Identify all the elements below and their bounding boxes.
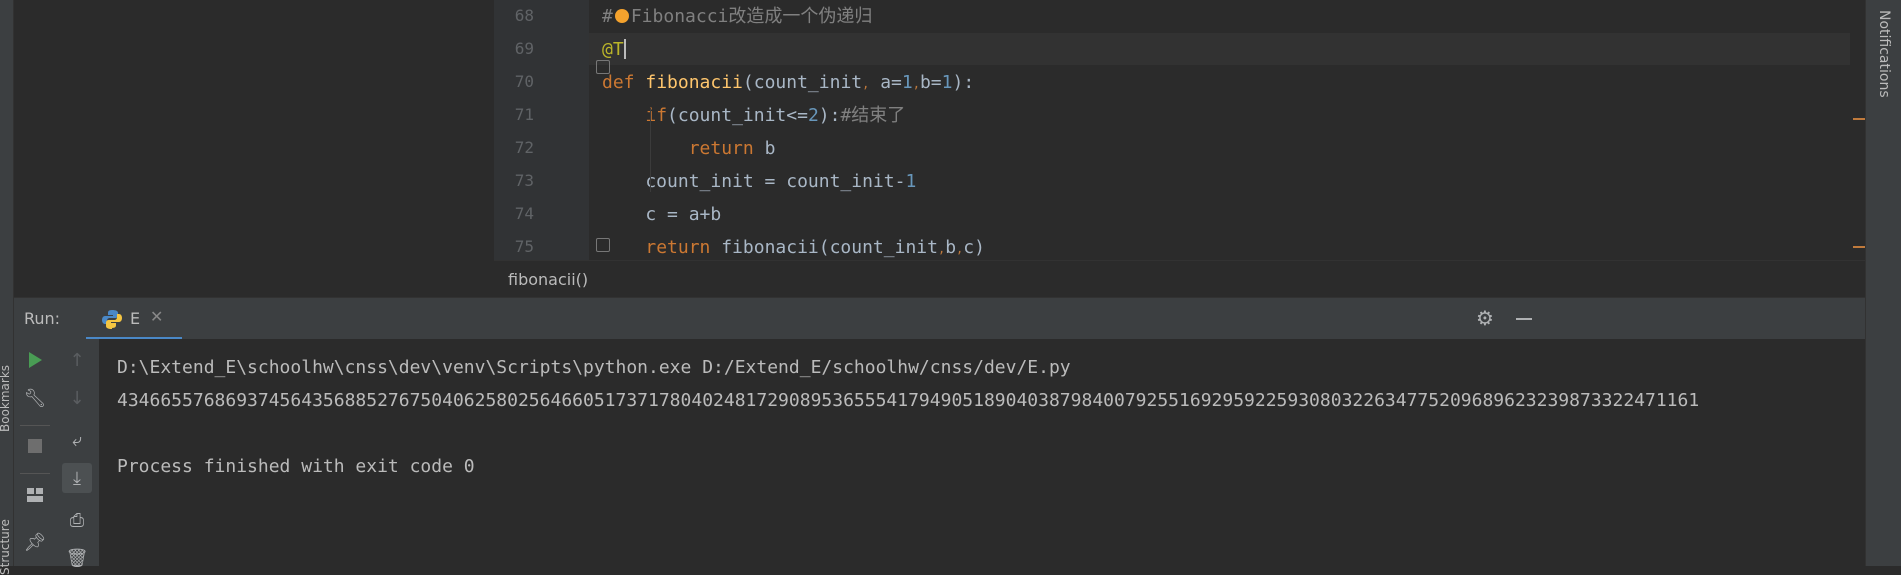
current-line-highlight [589, 33, 1865, 65]
console-command: D:\Extend_E\schoolhw\cnss\dev\venv\Scrip… [117, 357, 1071, 378]
text-caret [623, 39, 626, 59]
structure-tab[interactable]: Structure [0, 495, 12, 575]
run-tab[interactable]: E ✕ [86, 298, 182, 340]
console-exit-message: Process finished with exit code 0 [117, 456, 475, 477]
right-tool-strip: Notifications [1865, 0, 1901, 566]
bookmarks-tab[interactable]: Bookmarks [0, 352, 12, 432]
stop-icon[interactable] [20, 431, 50, 461]
trash-icon[interactable]: 🗑︎ [62, 543, 92, 573]
code-token: Fibonacci改造成一个伪递归 [630, 6, 873, 27]
code-line[interactable]: c = a+b [602, 198, 721, 231]
code-token: b [945, 237, 957, 258]
code-line[interactable]: return b [602, 132, 776, 165]
code-token: fibonacii [645, 72, 743, 93]
run-toolbar: 🔧︎ 📌︎ ↑ ↓ ⤶ ⤓ ⎙ 🗑︎ [14, 339, 100, 569]
code-token: a= [869, 72, 902, 93]
line-number: 69 [514, 39, 534, 58]
code-token: def [602, 72, 646, 93]
code-token: c = a+b [602, 204, 722, 225]
warning-marker[interactable] [1853, 118, 1865, 120]
code-token: 1 [941, 72, 953, 93]
rerun-icon[interactable] [20, 345, 50, 375]
soft-wrap-icon[interactable]: ⤶ [62, 425, 92, 455]
indent-guide [650, 108, 651, 192]
code-token: if [645, 105, 668, 126]
code-token: 1 [905, 171, 917, 192]
code-token: b [764, 138, 776, 159]
code-line[interactable]: if(count_init<=2):#结束了 [602, 99, 905, 132]
up-arrow-icon[interactable]: ↑ [62, 345, 92, 375]
editor-scrollbar[interactable] [1850, 0, 1865, 260]
code-token: 1 [901, 72, 913, 93]
code-token: return [645, 237, 722, 258]
notifications-tab[interactable]: Notifications [1876, 10, 1892, 98]
code-token: ): [952, 72, 975, 93]
console-output: 4346655768693745643568852767504062580256… [117, 390, 1700, 411]
scroll-to-end-icon[interactable]: ⤓ [62, 463, 92, 493]
minimize-icon[interactable] [1516, 318, 1532, 320]
gear-icon[interactable]: ⚙ [1476, 306, 1494, 330]
code-token: count_init = count_init- [602, 171, 906, 192]
code-token: return [688, 138, 765, 159]
pin-icon[interactable]: 📌︎ [20, 527, 50, 557]
layout-icon[interactable] [20, 480, 50, 510]
code-token: c) [963, 237, 985, 258]
code-token: @T [602, 39, 624, 60]
project-pane [14, 0, 495, 297]
run-label: Run: [24, 309, 61, 328]
code-line[interactable]: def fibonacii(count_init, a=1,b=1): [602, 66, 974, 99]
bulb-icon[interactable] [614, 9, 629, 23]
warning-marker[interactable] [1853, 246, 1865, 248]
code-token: fibonacii(count_init [721, 237, 938, 258]
python-icon [102, 310, 122, 329]
breadcrumb-item[interactable]: fibonacii() [508, 270, 588, 289]
close-icon[interactable]: ✕ [150, 307, 163, 326]
code-token: , [912, 77, 920, 91]
line-number: 74 [514, 204, 534, 223]
print-icon[interactable]: ⎙ [62, 505, 92, 535]
line-number: 70 [514, 72, 534, 91]
code-token: 2 [807, 105, 819, 126]
run-console[interactable]: D:\Extend_E\schoolhw\cnss\dev\venv\Scrip… [99, 339, 1865, 566]
code-token: (count_init [742, 72, 863, 93]
breadcrumb[interactable]: fibonacii() [494, 260, 1865, 298]
down-arrow-icon[interactable]: ↓ [62, 383, 92, 413]
code-token: b= [919, 72, 942, 93]
fold-icon[interactable] [596, 60, 610, 74]
fold-end-icon[interactable] [596, 238, 610, 252]
code-token: #结束了 [840, 105, 906, 126]
line-number: 73 [514, 171, 534, 190]
code-token: ): [818, 105, 841, 126]
line-number: 68 [514, 6, 534, 25]
line-number: 75 [514, 237, 534, 256]
code-token: (count_init<= [667, 105, 808, 126]
line-number: 71 [514, 105, 534, 124]
left-tool-strip: Bookmarks Structure [0, 0, 14, 575]
line-number: 72 [514, 138, 534, 157]
code-token: # [602, 6, 613, 27]
code-line[interactable]: # Fibonacci改造成一个伪递归 [602, 0, 872, 33]
wrench-icon[interactable]: 🔧︎ [20, 383, 50, 413]
run-tool-header: Run: E ✕ ⚙ [14, 297, 1865, 340]
run-tab-label: E [130, 309, 141, 328]
